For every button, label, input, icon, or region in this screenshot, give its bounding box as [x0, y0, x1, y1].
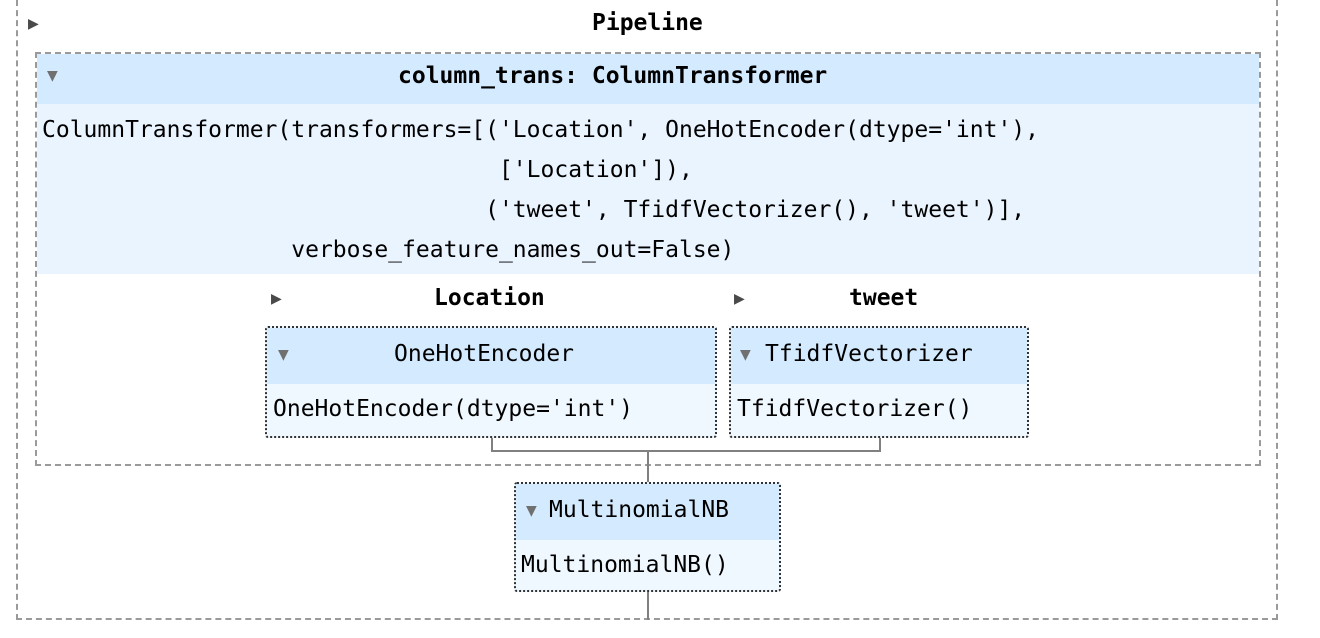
column-transformer-title[interactable]: column_trans: ColumnTransformer — [398, 63, 827, 89]
repr-line: ['Location']), — [42, 157, 693, 183]
multinomialnb-repr: MultinomialNB() — [521, 552, 729, 578]
tweet-branch-label[interactable]: tweet — [849, 285, 918, 311]
connector-horizontal — [491, 450, 881, 452]
onehotencoder-title[interactable]: OneHotEncoder — [394, 341, 574, 367]
tfidfvectorizer-toggle-icon[interactable]: ▼ — [740, 347, 751, 363]
column-transformer-repr: ColumnTransformer(transformers=[('Locati… — [42, 110, 1039, 270]
pipeline-title[interactable]: Pipeline — [592, 10, 703, 36]
repr-line: ('tweet', TfidfVectorizer(), 'tweet')], — [42, 197, 1026, 223]
column-transformer-toggle-icon[interactable]: ▼ — [47, 68, 58, 84]
onehotencoder-toggle-icon[interactable]: ▼ — [278, 347, 289, 363]
multinomialnb-title[interactable]: MultinomialNB — [549, 497, 729, 523]
repr-line: ColumnTransformer(transformers=[('Locati… — [42, 117, 1039, 143]
tweet-toggle-icon[interactable]: ▶ — [734, 291, 745, 307]
tfidfvectorizer-repr: TfidfVectorizer() — [737, 396, 973, 422]
connector-to-classifier — [647, 452, 649, 482]
pipeline-toggle-icon[interactable]: ▶ — [28, 16, 39, 32]
onehotencoder-repr: OneHotEncoder(dtype='int') — [273, 396, 634, 422]
tfidfvectorizer-title[interactable]: TfidfVectorizer — [765, 341, 973, 367]
location-toggle-icon[interactable]: ▶ — [271, 291, 282, 307]
multinomialnb-toggle-icon[interactable]: ▼ — [526, 503, 537, 519]
repr-line: verbose_feature_names_out=False) — [42, 237, 735, 263]
location-branch-label[interactable]: Location — [434, 285, 545, 311]
connector-classifier-down — [647, 592, 649, 620]
